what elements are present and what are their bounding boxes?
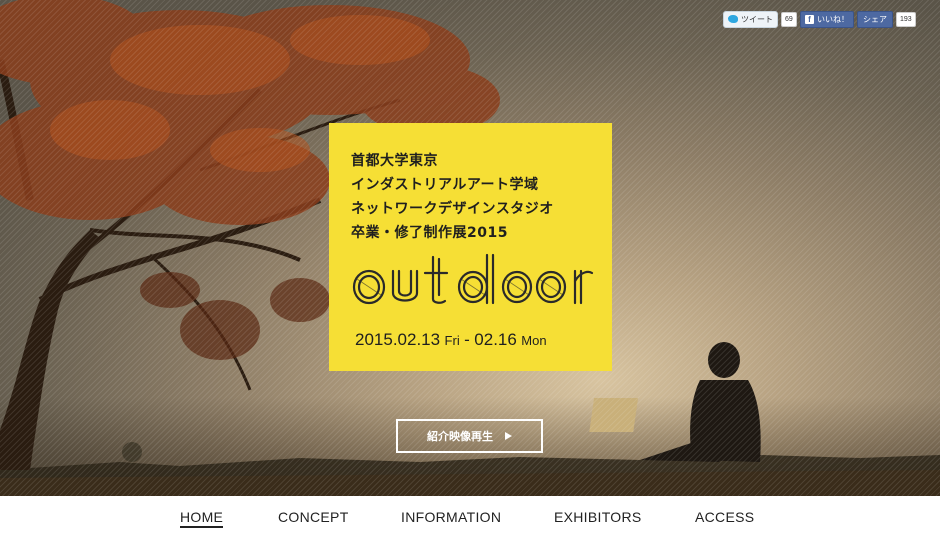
day-end: Mon: [521, 333, 547, 348]
event-title-card: 首都大学東京 インダストリアルアート学域 ネットワークデザインスタジオ 卒業・修…: [329, 123, 612, 371]
share-count: 193: [896, 11, 916, 27]
department-name: インダストリアルアート学域: [351, 177, 539, 193]
date-end: 02.16: [474, 330, 517, 349]
main-nav: HOME CONCEPT INFORMATION EXHIBITORS ACCE…: [0, 496, 940, 537]
date-separator: -: [464, 330, 470, 349]
university-name: 首都大学東京: [351, 153, 438, 169]
nav-exhibitors[interactable]: EXHIBITORS: [554, 509, 642, 525]
nav-information[interactable]: INFORMATION: [401, 509, 501, 525]
twitter-bird-icon: [728, 15, 738, 23]
tweet-button[interactable]: ツイート: [723, 10, 778, 28]
nav-access[interactable]: ACCESS: [695, 509, 754, 525]
play-icon: [505, 432, 512, 440]
facebook-f-icon: f: [805, 14, 814, 24]
hero-section: ツイート 69 f いいね！ シェア 193 首都大学東京 インダストリアルアー…: [0, 0, 940, 496]
exhibition-title: 卒業・修了制作展2015: [351, 225, 508, 241]
facebook-share[interactable]: f いいね！ シェア 193: [800, 10, 916, 28]
like-label: いいね！: [817, 14, 849, 24]
event-dates: 2015.02.13 Fri - 02.16 Mon: [355, 330, 547, 350]
day-start: Fri: [444, 333, 460, 348]
tweet-share[interactable]: ツイート 69: [723, 10, 797, 28]
logo-text: outdoor: [349, 309, 353, 312]
tweet-count: 69: [781, 11, 797, 27]
play-intro-video-button[interactable]: 紹介映像再生: [396, 419, 543, 453]
facebook-share-button[interactable]: シェア: [857, 10, 893, 28]
facebook-like-button[interactable]: f いいね！: [800, 10, 854, 28]
video-button-label: 紹介映像再生: [427, 430, 493, 443]
studio-name: ネットワークデザインスタジオ: [351, 201, 554, 217]
nav-home[interactable]: HOME: [180, 509, 224, 528]
tweet-label: ツイート: [741, 14, 773, 24]
nav-concept[interactable]: CONCEPT: [278, 509, 349, 525]
date-start: 2015.02.13: [355, 330, 441, 349]
outdoor-logo: outdoor: [349, 253, 594, 312]
